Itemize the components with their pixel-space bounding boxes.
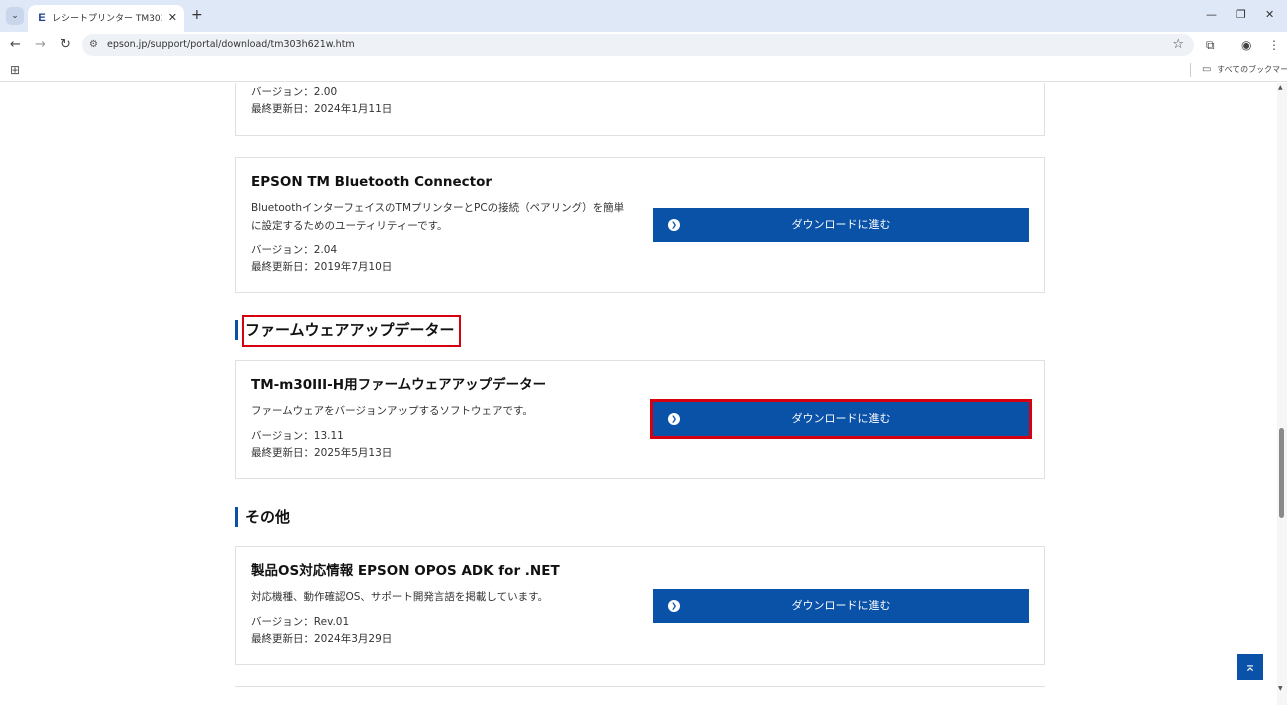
chevron-down-icon[interactable]: ⌄ — [6, 7, 24, 25]
chevron-right-icon: ❯ — [668, 219, 680, 231]
site-info-icon[interactable]: ⚙ — [89, 37, 98, 53]
page-scrollbar[interactable]: ▲ ▼ — [1277, 83, 1287, 705]
folder-icon: ▭ — [1202, 64, 1212, 75]
scroll-up-icon[interactable]: ▲ — [1278, 84, 1283, 92]
epson-favicon-icon: E — [38, 12, 46, 24]
card-version: バージョン：Rev.01 — [251, 616, 350, 628]
bookmarks-bar: ⊞ ▭ すべてのブックマーク — [0, 58, 1287, 82]
address-bar[interactable]: ⚙ epson.jp/support/portal/download/tm303… — [82, 34, 1194, 56]
minimize-icon[interactable]: — — [1206, 8, 1217, 22]
scrollbar-thumb[interactable] — [1279, 428, 1284, 518]
download-button-label: ダウンロードに進む — [791, 218, 891, 231]
chevron-right-icon: ❯ — [668, 600, 680, 612]
download-button-label: ダウンロードに進む — [791, 599, 891, 612]
page-viewport: バージョン：2.00 最終更新日：2024年1月11日 EPSON TM Blu… — [0, 83, 1277, 705]
card-version: バージョン：2.00 — [251, 86, 338, 98]
reload-icon[interactable]: ↻ — [60, 36, 71, 54]
download-card: EPSON TM Bluetooth Connector Bluetoothイン… — [235, 157, 1045, 293]
bookmarks-divider — [1190, 63, 1191, 77]
chevron-right-icon: ❯ — [668, 413, 680, 425]
browser-toolbar: ← → ↻ ⚙ epson.jp/support/portal/download… — [0, 32, 1287, 58]
star-icon[interactable]: ☆ — [1172, 36, 1184, 54]
download-button[interactable]: ❯ ダウンロードに進む — [650, 399, 1032, 439]
close-icon[interactable]: ✕ — [168, 11, 177, 25]
window-close-icon[interactable]: ✕ — [1265, 8, 1274, 22]
puzzle-icon[interactable]: ⧉ — [1206, 36, 1215, 54]
download-card: TM-m30III-H用ファームウェアアップデーター ファームウェアをバージョン… — [235, 360, 1045, 479]
section-heading-other: その他 — [235, 506, 290, 528]
card-version: バージョン：13.11 — [251, 430, 344, 442]
download-button-label: ダウンロードに進む — [791, 412, 891, 425]
profile-icon[interactable]: ◉ — [1241, 36, 1251, 54]
tab-active[interactable]: E レシートプリンター TM303H621W ✕ — [28, 5, 184, 32]
download-card: バージョン：2.00 最終更新日：2024年1月11日 — [235, 83, 1045, 136]
arrow-right-icon[interactable]: → — [35, 36, 46, 54]
tab-title: レシートプリンター TM303H621W — [52, 14, 162, 24]
card-title: TM-m30III-H用ファームウェアアップデーター — [251, 377, 547, 393]
card-description: 対応機種、動作確認OS、サポート開発言語を掲載しています。 — [251, 591, 549, 603]
arrow-up-icon[interactable]: ⌅ — [1237, 654, 1263, 680]
card-updated: 最終更新日：2019年7月10日 — [251, 261, 393, 273]
arrow-left-icon[interactable]: ← — [10, 36, 21, 54]
apps-grid-icon[interactable]: ⊞ — [10, 62, 20, 78]
section-heading-text: その他 — [245, 508, 291, 526]
card-description: BluetoothインターフェイスのTMプリンターとPCの接続（ペアリング）を簡… — [251, 202, 625, 232]
card-description: ファームウェアをバージョンアップするソフトウェアです。 — [251, 405, 533, 417]
all-bookmarks-link[interactable]: すべてのブックマーク — [1217, 64, 1287, 76]
card-title: EPSON TM Bluetooth Connector — [251, 174, 493, 190]
tab-bar: ⌄ E レシートプリンター TM303H621W ✕ + — ❐ ✕ — [0, 0, 1287, 32]
restore-icon[interactable]: ❐ — [1236, 8, 1246, 22]
card-updated: 最終更新日：2024年1月11日 — [251, 103, 393, 115]
card-updated: 最終更新日：2024年3月29日 — [251, 633, 393, 645]
card-version: バージョン：2.04 — [251, 244, 338, 256]
download-button[interactable]: ❯ ダウンロードに進む — [653, 589, 1029, 623]
highlight-box — [242, 315, 461, 347]
download-button[interactable]: ❯ ダウンロードに進む — [653, 208, 1029, 242]
download-card: 製品OS対応情報 EPSON OPOS ADK for .NET 対応機種、動作… — [235, 546, 1045, 665]
plus-icon[interactable]: + — [191, 7, 203, 23]
card-title: 製品OS対応情報 EPSON OPOS ADK for .NET — [251, 563, 560, 579]
url-text: epson.jp/support/portal/download/tm303h6… — [107, 39, 355, 50]
card-updated: 最終更新日：2025年5月13日 — [251, 447, 393, 459]
kebab-menu-icon[interactable]: ⋮ — [1268, 36, 1280, 54]
scroll-down-icon[interactable]: ▼ — [1278, 685, 1283, 693]
next-card-edge — [235, 686, 1045, 687]
